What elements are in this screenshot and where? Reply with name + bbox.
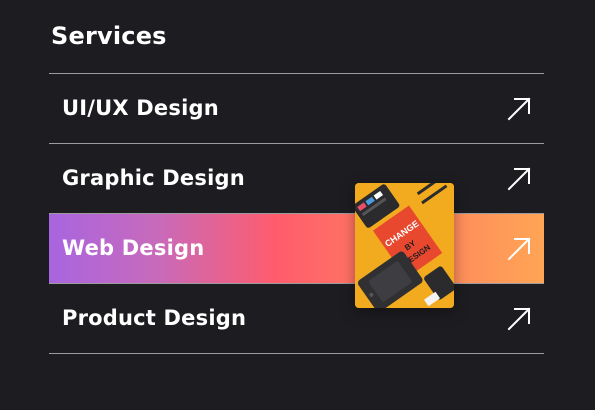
service-item-graphic-design[interactable]: Graphic Design xyxy=(49,144,544,213)
arrow-up-right-icon[interactable] xyxy=(506,306,532,332)
service-label: Web Design xyxy=(62,236,205,260)
divider xyxy=(49,353,544,354)
service-item-product-design[interactable]: Product Design xyxy=(49,284,544,353)
service-item-ui-ux-design[interactable]: UI/UX Design xyxy=(49,74,544,143)
service-preview-image: CHANGE BY DESIGN xyxy=(355,183,454,308)
arrow-up-right-icon[interactable] xyxy=(506,236,532,262)
arrow-up-right-icon[interactable] xyxy=(506,166,532,192)
arrow-up-right-icon[interactable] xyxy=(506,96,532,122)
service-label: Product Design xyxy=(62,306,247,330)
service-item-web-design[interactable]: Web Design xyxy=(49,214,544,283)
service-label: UI/UX Design xyxy=(62,96,219,120)
services-list: UI/UX Design Graphic Design Web Design P… xyxy=(49,73,544,354)
section-title: Services xyxy=(51,22,167,50)
service-label: Graphic Design xyxy=(62,166,245,190)
